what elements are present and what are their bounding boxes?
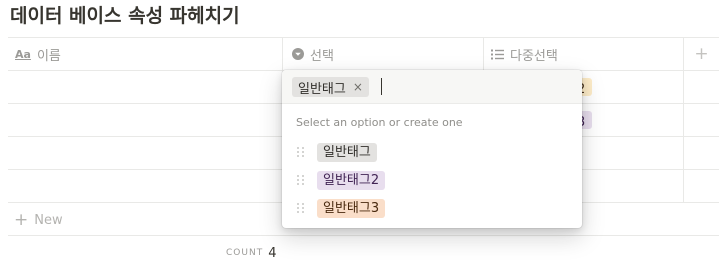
column-header-label: 다중선택 [510,48,558,64]
count-value: 4 [268,245,277,261]
column-header-select[interactable]: 선택 [292,38,334,70]
option-tag: 일반태그2 [317,170,386,190]
table-top-border [8,37,719,38]
column-header-name[interactable]: Aa 이름 [15,38,61,70]
page-title: 데이터 베이스 속성 파헤치기 [10,5,240,27]
new-row-label: New [34,212,63,228]
column-header-label: 이름 [36,48,61,64]
add-column-button[interactable]: + [684,38,719,70]
option-hint: Select an option or create one [296,116,463,129]
drag-handle-icon[interactable] [297,203,305,213]
option-item[interactable]: 일반태그2 [282,167,582,193]
text-property-icon: Aa [15,47,31,61]
option-item[interactable]: 일반태그 [282,139,582,165]
selected-tag-label: 일반태그 [298,81,346,97]
table-row[interactable] [8,71,282,103]
remove-tag-icon[interactable]: × [353,80,363,94]
count-label: COUNT [226,248,264,258]
text-cursor [381,78,382,95]
multi-select-property-icon [491,49,504,60]
selected-tag-chip[interactable]: 일반태그 × [292,77,369,97]
option-tag: 일반태그 [317,142,377,162]
select-property-icon [292,48,304,60]
table-row[interactable] [8,137,282,169]
new-row-button[interactable]: + New [14,208,63,232]
table-row[interactable] [8,104,282,136]
select-option-popup: 일반태그 × Select an option or create one 일반… [282,70,582,228]
count-summary[interactable]: COUNT 4 [226,244,276,262]
option-item[interactable]: 일반태그3 [282,195,582,221]
option-tag: 일반태그3 [317,198,386,218]
column-header-label: 선택 [310,48,334,64]
column-header-multi-select[interactable]: 다중선택 [491,38,558,70]
drag-handle-icon[interactable] [297,147,305,157]
plus-icon: + [14,209,29,230]
option-search-bar[interactable]: 일반태그 × [282,70,582,104]
new-row-bottom-border [8,235,719,236]
drag-handle-icon[interactable] [297,175,305,185]
table-row[interactable] [8,170,282,202]
